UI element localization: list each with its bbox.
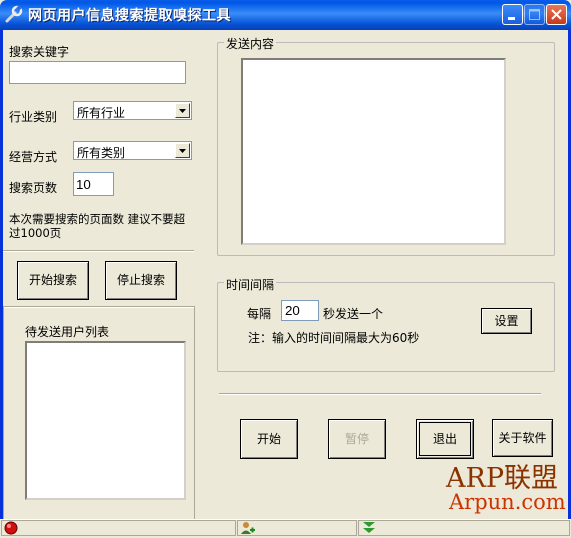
send-content-title: 发送内容 (224, 35, 277, 52)
watermark-url: Arpun.com (449, 490, 566, 514)
maximize-button[interactable] (524, 4, 545, 25)
business-label: 经营方式 (9, 150, 58, 164)
window-title: 网页用户信息搜索提取嗅探工具 (28, 8, 231, 24)
minimize-icon (508, 17, 515, 20)
industry-selected-value: 所有行业 (77, 106, 126, 120)
pause-button[interactable]: 暂停 (328, 419, 386, 459)
stop-search-button[interactable]: 停止搜索 (105, 261, 177, 300)
pending-users-list[interactable] (25, 341, 186, 500)
red-status-light-icon (4, 521, 18, 535)
chevron-down-icon[interactable] (175, 103, 190, 118)
pages-input[interactable] (73, 172, 114, 196)
interval-title: 时间间隔 (224, 276, 277, 293)
industry-select[interactable]: 所有行业 (73, 101, 192, 120)
business-selected-value: 所有类别 (77, 146, 126, 160)
minimize-button[interactable] (502, 4, 523, 25)
status-panel-2 (237, 520, 357, 536)
interval-unit-label: 秒发送一个 (323, 307, 384, 321)
pages-hint: 本次需要搜索的页面数 建议不要超过1000页 (9, 212, 186, 240)
start-send-button[interactable]: 开始 (240, 419, 298, 459)
set-interval-button[interactable]: 设置 (481, 308, 532, 334)
user-add-icon (241, 522, 255, 534)
about-button[interactable]: 关于软件 (492, 419, 553, 457)
exit-button[interactable]: 退出 (416, 419, 474, 459)
keyword-input[interactable] (9, 61, 186, 84)
wrench-icon (4, 5, 24, 25)
status-panel-3 (358, 520, 570, 536)
close-icon (551, 9, 562, 20)
maximize-icon (529, 9, 540, 20)
keyword-label: 搜索关键字 (9, 45, 70, 59)
pending-users-label: 待发送用户列表 (25, 325, 110, 339)
close-button[interactable] (546, 4, 567, 25)
interval-input[interactable] (281, 300, 319, 321)
divider (3, 306, 4, 519)
business-select[interactable]: 所有类别 (73, 141, 192, 160)
send-content-textarea[interactable] (241, 58, 506, 245)
divider (3, 250, 194, 252)
chevron-down-icon[interactable] (175, 143, 190, 158)
interval-every-label: 每隔 (247, 307, 272, 321)
industry-label: 行业类别 (9, 110, 58, 124)
divider (219, 393, 541, 395)
status-panel-1 (1, 520, 236, 536)
interval-note: 注：输入的时间间隔最大为60秒 (248, 331, 420, 345)
divider (194, 306, 195, 519)
green-double-arrow-icon (363, 522, 375, 533)
start-search-button[interactable]: 开始搜索 (17, 261, 89, 300)
pages-label: 搜索页数 (9, 181, 58, 195)
divider (3, 306, 194, 308)
